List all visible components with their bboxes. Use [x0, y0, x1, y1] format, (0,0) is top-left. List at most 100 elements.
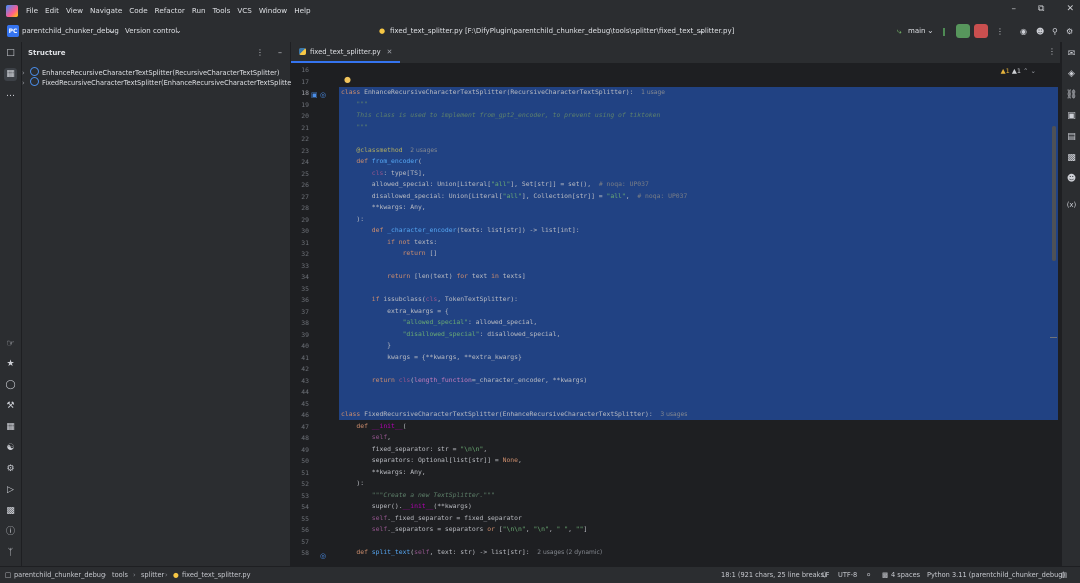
close-window-icon[interactable]: ✕	[1066, 4, 1074, 14]
hide-panel-icon[interactable]: –	[278, 48, 282, 57]
line-number: 42	[301, 365, 309, 373]
code-line: return cls(length_function=_character_en…	[371, 375, 588, 384]
debug-icon[interactable]: ★	[4, 358, 17, 371]
plugins-icon[interactable]: ☞	[4, 338, 17, 351]
line-number: 56	[301, 526, 309, 534]
remote-icon[interactable]: ▤	[1065, 131, 1078, 144]
menu-navigate[interactable]: Navigate	[90, 6, 122, 15]
menu-vcs[interactable]: VCS	[237, 6, 252, 15]
line-number: 46	[301, 411, 309, 419]
folder-icon: □	[5, 571, 12, 579]
minimize-icon[interactable]: –	[1012, 4, 1017, 14]
code-line: fixed_separator: str = "\n\n",	[371, 444, 488, 453]
line-number: 19	[301, 100, 309, 109]
restore-icon[interactable]: ⧉	[1038, 4, 1044, 14]
problems-icon[interactable]: ⓘ	[4, 526, 17, 539]
chevron-down-icon[interactable]: ⌄	[175, 26, 182, 35]
chevron-down-icon[interactable]: ⌄	[698, 26, 705, 35]
menu-file[interactable]: File	[26, 6, 38, 15]
chevron-right-icon[interactable]: ›	[22, 79, 30, 87]
debug-button[interactable]	[956, 24, 970, 38]
readonly-lock-icon[interactable]: ⚪	[866, 571, 872, 579]
more-icon[interactable]: ⋮	[996, 27, 1004, 36]
more-tools-icon[interactable]: …	[4, 88, 17, 101]
project-badge[interactable]: PC	[7, 25, 19, 37]
menu-refactor[interactable]: Refactor	[155, 6, 185, 15]
chevron-down-icon[interactable]: ⌄	[108, 26, 115, 35]
breadcrumb-tools[interactable]: tools	[112, 571, 128, 579]
main-toolbar: PC parentchild_chunker_debug ⌄ Version c…	[0, 21, 1080, 43]
tree-item-class[interactable]: › FixedRecursiveCharacterTextSplitter(Enh…	[22, 77, 297, 87]
variables-icon[interactable]: (x)	[1065, 199, 1078, 212]
code-line: kwargs = {**kwargs, **extra_kwargs}	[387, 352, 522, 361]
breadcrumb-file[interactable]: fixed_text_splitter.py	[182, 571, 251, 579]
git-icon[interactable]: ᛉ	[4, 547, 17, 560]
code-line: def _character_encoder(texts: list[str])…	[371, 226, 580, 234]
app-logo-icon[interactable]	[6, 4, 18, 17]
override-method-icon[interactable]: ◎	[320, 552, 326, 560]
line-number: 49	[301, 445, 309, 454]
code-line: self._separators = separators or ["\n\n"…	[371, 525, 588, 533]
line-separator[interactable]: LF	[822, 571, 829, 579]
menu-window[interactable]: Window	[259, 6, 287, 15]
file-encoding[interactable]: UTF-8	[838, 571, 857, 579]
line-number: 32	[301, 250, 309, 258]
profile-icon[interactable]: ☻	[1036, 27, 1044, 36]
python-packages-icon[interactable]: ☯	[4, 442, 17, 455]
bookmarks-icon[interactable]: ▦	[4, 421, 17, 434]
class-icon	[30, 67, 39, 76]
ai-assistant-icon[interactable]: ◈	[1065, 68, 1078, 81]
options-icon[interactable]: ⋮	[256, 48, 264, 57]
services-icon[interactable]: ◯	[4, 379, 17, 392]
tab-fixed-text-splitter[interactable]: fixed_text_splitter.py ✕	[291, 42, 401, 63]
indent-setting[interactable]: 4 spaces	[891, 571, 920, 579]
breadcrumb-project[interactable]: parentchild_chunker_debug	[14, 571, 105, 579]
menu-edit[interactable]: Edit	[45, 6, 59, 15]
vcs-widget[interactable]: Version control	[125, 27, 177, 35]
endpoints-icon[interactable]: ▩	[1065, 152, 1078, 165]
project-switcher[interactable]: parentchild_chunker_debug	[22, 27, 119, 35]
run-config-icon[interactable]: ‖	[942, 27, 946, 36]
lightbulb-icon[interactable]: ●	[344, 75, 351, 84]
menu-code[interactable]: Code	[129, 6, 147, 15]
tree-item-class[interactable]: › EnhanceRecursiveCharacterTextSplitter(R…	[22, 67, 279, 77]
chevron-right-icon[interactable]: ›	[22, 69, 30, 77]
stop-button[interactable]	[974, 24, 988, 38]
branch-icon: ⤷	[897, 27, 902, 36]
database-icon[interactable]: ⛓	[1065, 89, 1078, 102]
overrides-icon[interactable]: ◎	[320, 91, 326, 99]
structure-icon[interactable]: ▦	[4, 68, 17, 81]
terminal-icon[interactable]: ▩	[4, 505, 17, 518]
implementations-icon[interactable]: ▣	[311, 91, 318, 99]
code-line: class EnhanceRecursiveCharacterTextSplit…	[341, 88, 665, 96]
menu-help[interactable]: Help	[294, 6, 310, 15]
line-number: 43	[301, 376, 309, 385]
run-icon[interactable]: ▷	[4, 484, 17, 497]
python-interpreter[interactable]: Python 3.11 (parentchild_chunker_debug)	[927, 571, 1065, 579]
code-with-me-icon[interactable]: ◉	[1020, 27, 1027, 36]
memory-icon[interactable]: ▤	[1061, 571, 1067, 579]
line-number: 30	[301, 227, 309, 235]
menu-view[interactable]: View	[66, 6, 83, 15]
close-tab-icon[interactable]: ✕	[387, 48, 393, 56]
settings-icon[interactable]: ⚙	[1066, 27, 1073, 36]
chevron-down-icon[interactable]: ⌄	[927, 26, 934, 35]
inspection-widget[interactable]: ▲1 ▲1 ⌃ ⌄	[1001, 67, 1036, 75]
editor-scrollbar[interactable]	[1052, 126, 1056, 261]
menu-run[interactable]: Run	[192, 6, 206, 15]
caret-position[interactable]: 18:1 (921 chars, 25 line breaks)	[721, 571, 827, 579]
python-console-icon[interactable]: ⚙	[4, 463, 17, 476]
copilot-icon[interactable]: ☻	[1065, 173, 1078, 186]
build-icon[interactable]: ⚒	[4, 400, 17, 413]
class-icon	[30, 77, 39, 86]
branch-widget[interactable]: main	[908, 27, 926, 35]
code-editor[interactable]: ● ▲1 ▲1 ⌃ ⌄ class EnhanceRecursiveCharac…	[339, 64, 1058, 566]
tab-options-icon[interactable]: ⋮	[1048, 47, 1056, 56]
sciview-icon[interactable]: ▣	[1065, 110, 1078, 123]
breadcrumb-splitter[interactable]: splitter	[141, 571, 164, 579]
notifications-icon[interactable]: ✉	[1065, 48, 1078, 61]
menu-tools[interactable]: Tools	[213, 6, 231, 15]
project-folder-icon[interactable]: □	[4, 47, 17, 60]
python-file-icon: ●	[379, 27, 386, 35]
search-icon[interactable]: ⚲	[1052, 27, 1058, 36]
